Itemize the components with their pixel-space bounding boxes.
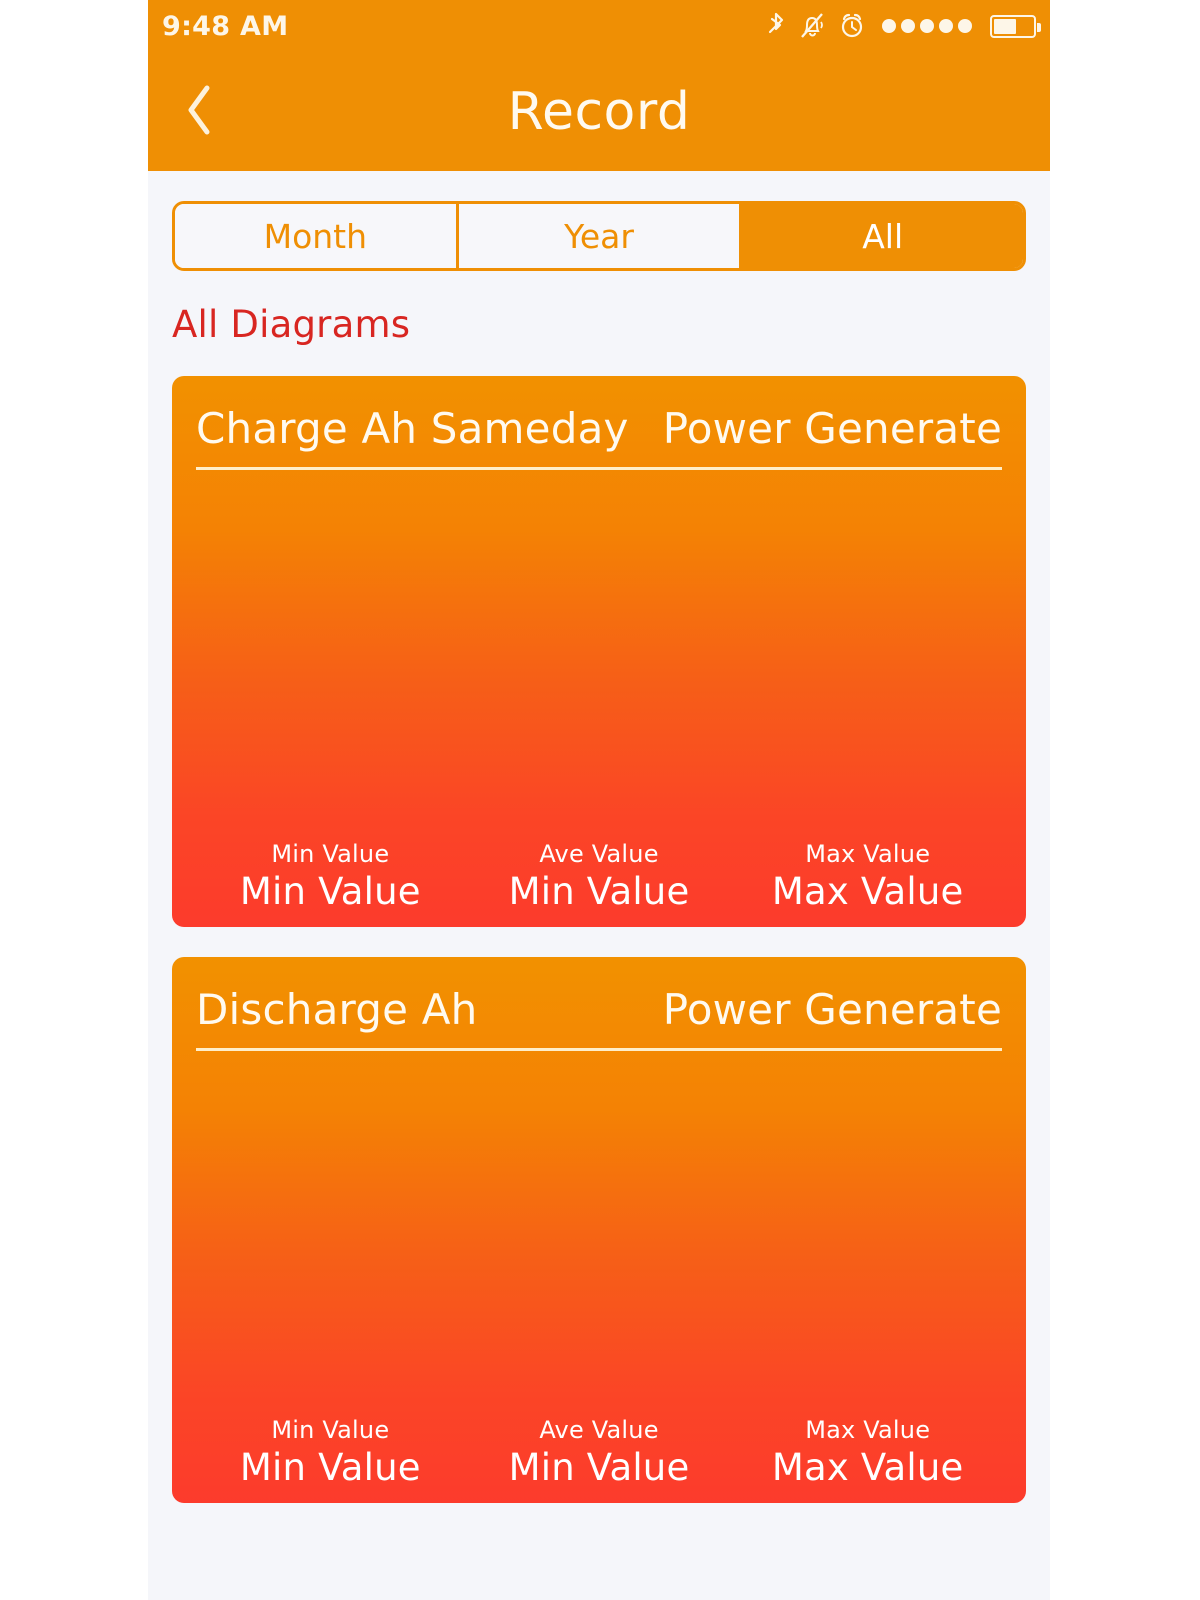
- stat-value: Min Value: [239, 1445, 421, 1489]
- phone-screen: 9:48 AM Record Month Year All All Diagra…: [148, 0, 1050, 1600]
- stat-ave: Ave Value Min Value: [465, 839, 734, 915]
- battery-icon: [990, 14, 1041, 38]
- back-button[interactable]: [164, 77, 234, 147]
- stat-label: Ave Value: [539, 1415, 659, 1444]
- alarm-clock-icon: [838, 11, 866, 41]
- card-title: Charge Ah Sameday: [196, 404, 629, 453]
- status-time: 9:48 AM: [162, 10, 289, 42]
- diagram-card-discharge-ah[interactable]: Discharge Ah Power Generate Min Value Mi…: [172, 957, 1026, 1503]
- segment-year[interactable]: Year: [458, 204, 743, 268]
- signal-dots-icon: [882, 19, 972, 33]
- segment-month[interactable]: Month: [175, 204, 459, 268]
- diagram-card-charge-ah-sameday[interactable]: Charge Ah Sameday Power Generate Min Val…: [172, 376, 1026, 927]
- stat-value: Max Value: [771, 869, 964, 913]
- status-icons: [766, 11, 1041, 41]
- stat-max: Max Value Max Value: [733, 1415, 1002, 1491]
- card-stats-row: Min Value Min Value Ave Value Min Value …: [196, 839, 1002, 927]
- stat-label: Min Value: [271, 1415, 390, 1444]
- stat-value: Max Value: [771, 1445, 964, 1489]
- stat-ave: Ave Value Min Value: [465, 1415, 734, 1491]
- page-title: Record: [507, 81, 691, 142]
- section-title: All Diagrams: [172, 303, 411, 346]
- card-subtitle: Power Generate: [662, 404, 1002, 453]
- stat-label: Max Value: [805, 1415, 931, 1444]
- stat-label: Min Value: [271, 839, 390, 868]
- stat-min: Min Value Min Value: [196, 1415, 465, 1491]
- stat-max: Max Value Max Value: [733, 839, 1002, 915]
- card-title: Discharge Ah: [196, 985, 478, 1034]
- card-subtitle: Power Generate: [662, 985, 1002, 1034]
- chart-plot-area: [196, 1051, 1002, 1415]
- stat-min: Min Value Min Value: [196, 839, 465, 915]
- stat-value: Min Value: [508, 869, 690, 913]
- status-bar: 9:48 AM: [148, 0, 1050, 52]
- stat-label: Max Value: [805, 839, 931, 868]
- stat-value: Min Value: [239, 869, 421, 913]
- bluetooth-icon: [766, 11, 786, 41]
- stat-value: Min Value: [508, 1445, 690, 1489]
- stat-label: Ave Value: [539, 839, 659, 868]
- navigation-bar: Record: [148, 52, 1050, 171]
- card-header: Charge Ah Sameday Power Generate: [196, 392, 1002, 470]
- card-stats-row: Min Value Min Value Ave Value Min Value …: [196, 1415, 1002, 1503]
- segment-all[interactable]: All: [742, 204, 1023, 268]
- chart-plot-area: [196, 470, 1002, 839]
- silent-bell-icon: [798, 11, 826, 41]
- page-content: Month Year All All Diagrams Charge Ah Sa…: [148, 201, 1050, 1503]
- period-segmented-control[interactable]: Month Year All: [172, 201, 1026, 271]
- chevron-left-icon: [182, 82, 216, 142]
- card-header: Discharge Ah Power Generate: [196, 973, 1002, 1051]
